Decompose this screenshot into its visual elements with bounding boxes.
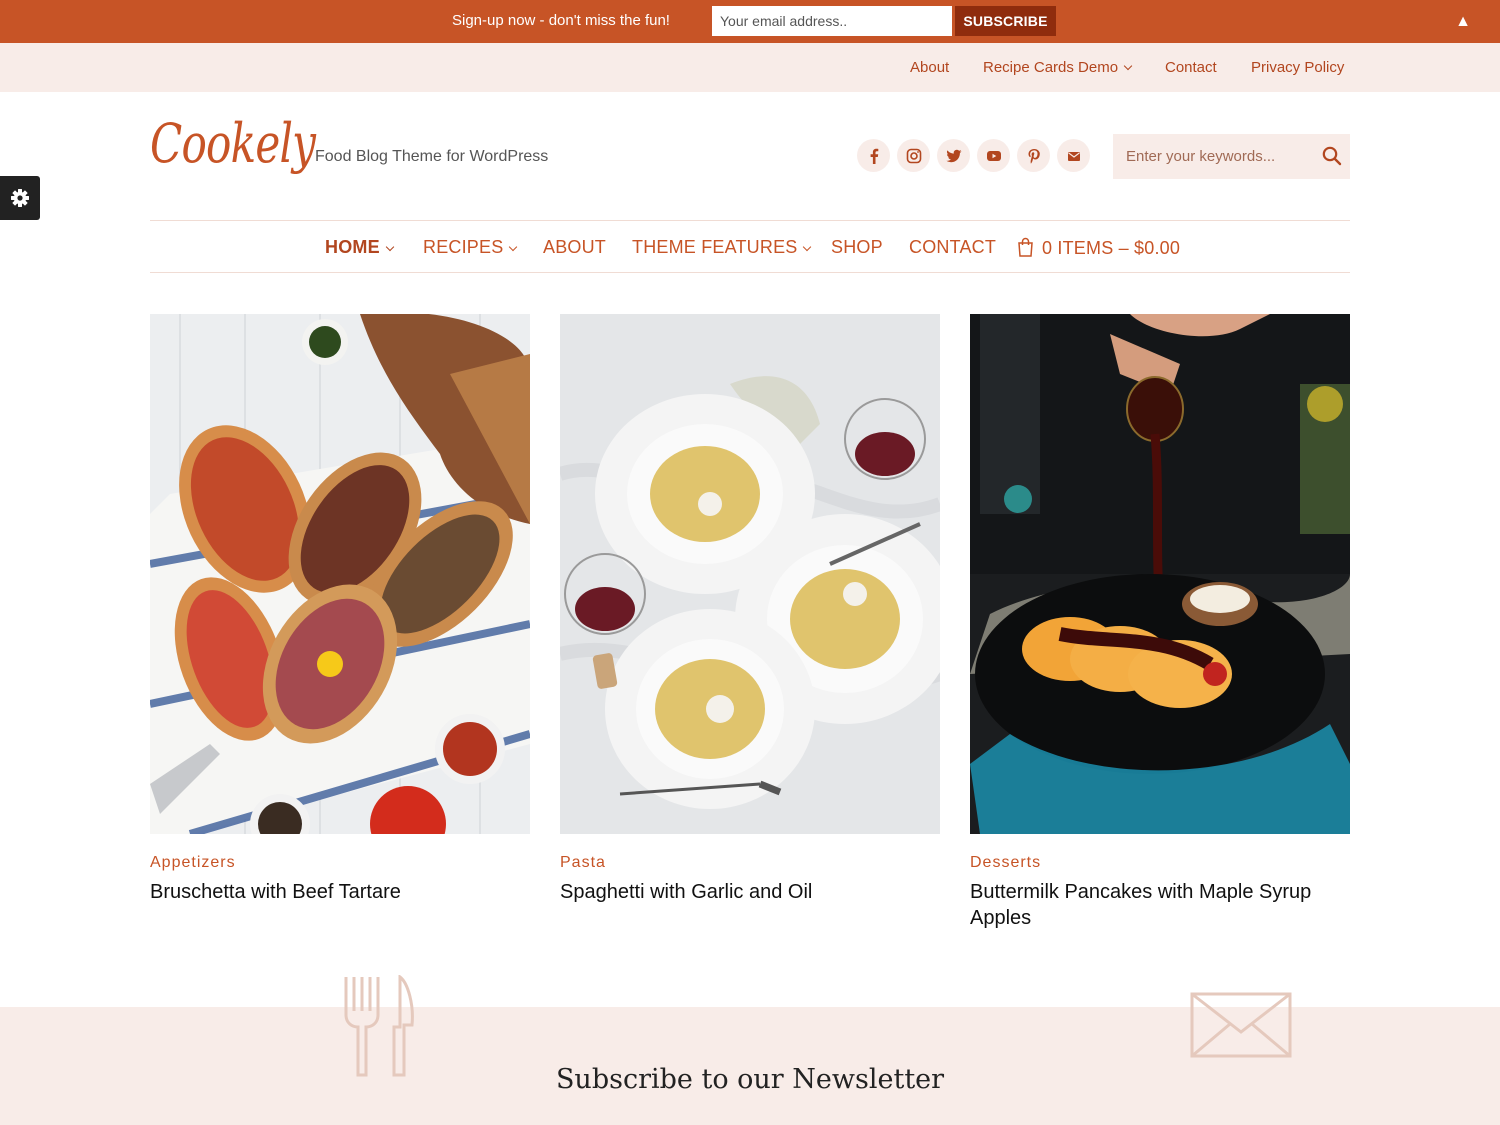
post-card[interactable]: Appetizers Bruschetta with Beef Tartare [150, 314, 530, 903]
shopping-bag-icon [1018, 237, 1033, 257]
post-card[interactable]: Pasta Spaghetti with Garlic and Oil [560, 314, 940, 903]
chevron-down-icon [385, 242, 395, 252]
post-image-bruschetta[interactable] [150, 314, 530, 834]
post-title[interactable]: Buttermilk Pancakes with Maple Syrup App… [970, 879, 1350, 931]
settings-panel-toggle[interactable] [0, 176, 40, 220]
fork-knife-icon [344, 975, 414, 1077]
main-nav-recipes[interactable]: RECIPES [423, 237, 518, 258]
search-input[interactable] [1113, 134, 1313, 179]
top-nav-recipe-cards-demo[interactable]: Recipe Cards Demo [983, 59, 1133, 76]
chevron-down-icon [509, 242, 518, 252]
subscribe-button[interactable]: SUBSCRIBE [955, 6, 1056, 36]
main-nav-cart[interactable]: 0 ITEMS – $0.00 [1017, 237, 1180, 259]
post-category[interactable]: Pasta [560, 854, 606, 872]
top-nav-about[interactable]: About [910, 59, 949, 76]
signup-email-input[interactable] [712, 6, 952, 36]
collapse-bar-button[interactable]: ▲ [1438, 0, 1488, 44]
main-nav: HOME RECIPES ABOUT THEME FEATURES SHOP C… [150, 220, 1350, 273]
site-logo[interactable]: Cookely [150, 112, 316, 175]
post-image-spaghetti[interactable] [560, 314, 940, 834]
email-icon[interactable] [1057, 139, 1090, 172]
post-category[interactable]: Desserts [970, 854, 1041, 872]
top-nav-privacy-policy[interactable]: Privacy Policy [1251, 59, 1344, 76]
signup-text: Sign-up now - don't miss the fun! [452, 12, 670, 29]
chevron-down-icon [803, 242, 812, 252]
main-nav-shop[interactable]: SHOP [831, 237, 883, 258]
signup-bar: Sign-up now - don't miss the fun! SUBSCR… [0, 0, 1500, 44]
facebook-icon[interactable] [857, 139, 890, 172]
post-category[interactable]: Appetizers [150, 854, 236, 872]
main-nav-about[interactable]: ABOUT [543, 237, 606, 258]
newsletter-title: Subscribe to our Newsletter [555, 1064, 945, 1095]
main-nav-contact[interactable]: CONTACT [909, 237, 996, 258]
search-box [1113, 134, 1350, 179]
cart-summary: 0 ITEMS – $0.00 [1042, 238, 1181, 258]
search-icon[interactable] [1321, 145, 1343, 167]
envelope-icon [1190, 992, 1292, 1058]
top-nav-contact[interactable]: Contact [1165, 59, 1217, 76]
youtube-icon[interactable] [977, 139, 1010, 172]
chevron-down-icon [1123, 61, 1133, 71]
pinterest-icon[interactable] [1017, 139, 1050, 172]
main-nav-label: HOME [325, 237, 380, 257]
main-nav-home[interactable]: HOME [325, 237, 395, 258]
top-nav-label: Recipe Cards Demo [983, 59, 1119, 76]
post-title[interactable]: Spaghetti with Garlic and Oil [560, 879, 940, 905]
twitter-icon[interactable] [937, 139, 970, 172]
secondary-nav: About Recipe Cards Demo Contact Privacy … [0, 43, 1500, 92]
post-image-pancakes[interactable] [970, 314, 1350, 834]
main-nav-label: RECIPES [423, 237, 504, 257]
main-nav-label: THEME FEATURES [632, 237, 798, 257]
post-title[interactable]: Bruschetta with Beef Tartare [150, 879, 530, 905]
site-tagline: Food Blog Theme for WordPress [315, 148, 549, 165]
post-card[interactable]: Desserts Buttermilk Pancakes with Maple … [970, 314, 1350, 929]
instagram-icon[interactable] [897, 139, 930, 172]
main-nav-theme-features[interactable]: THEME FEATURES [632, 237, 812, 258]
gear-icon [11, 189, 29, 207]
